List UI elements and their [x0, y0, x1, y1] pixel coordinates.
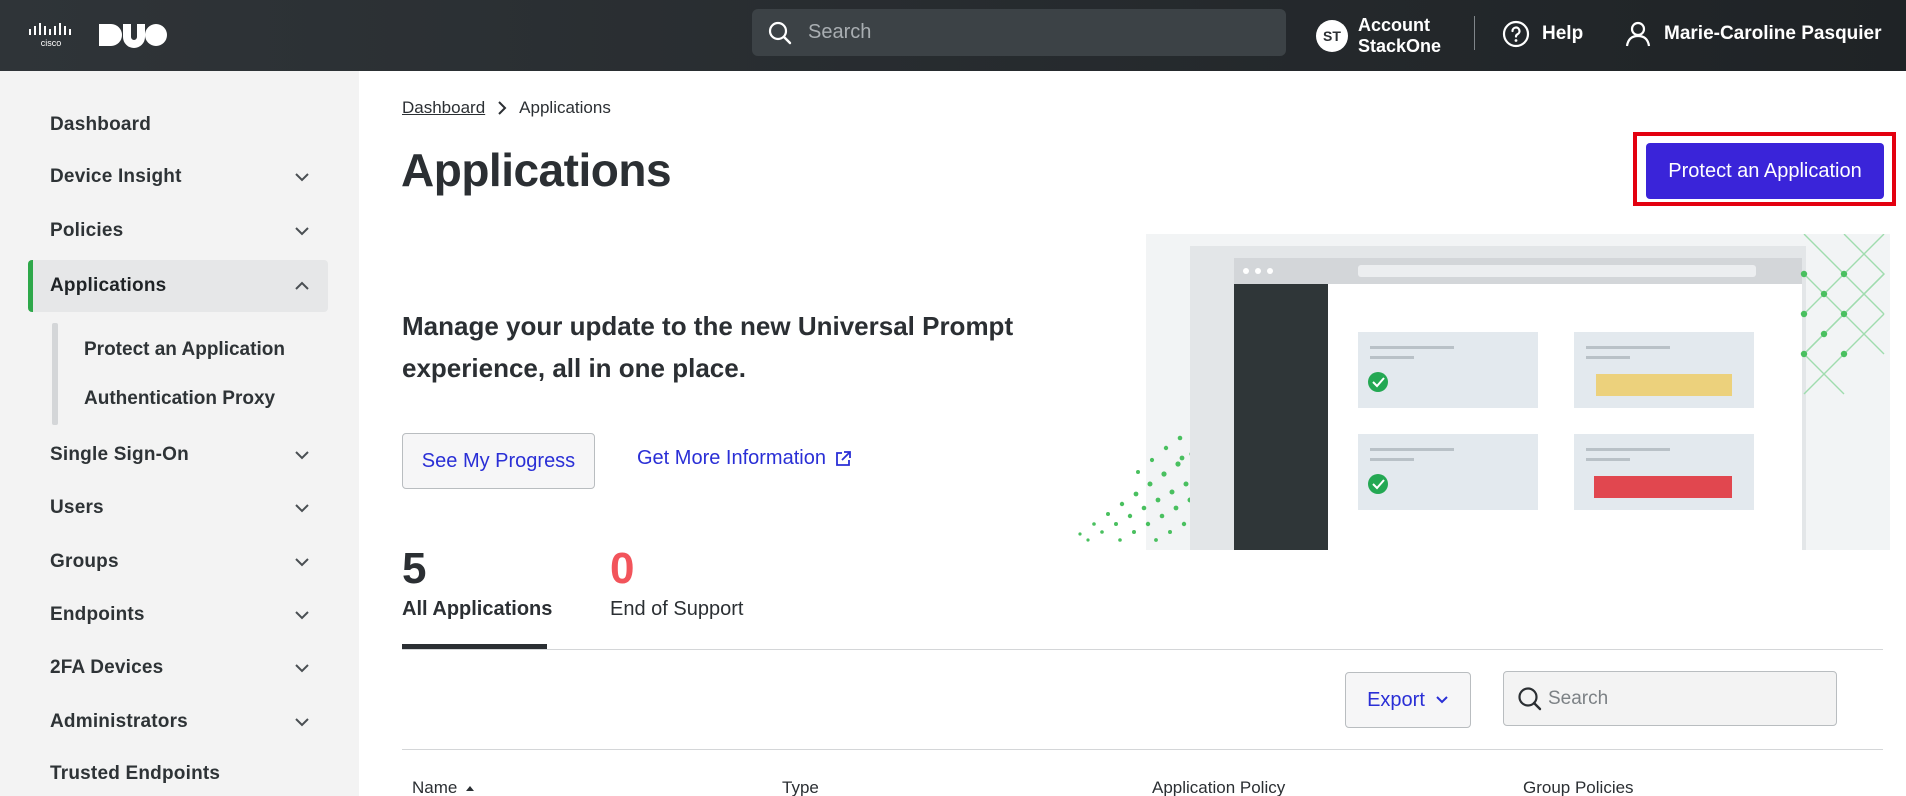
- end-of-support-count: 0: [610, 544, 635, 593]
- tabs-divider: [402, 649, 1883, 650]
- sidebar-item-label: Dashboard: [50, 114, 152, 135]
- sidebar-item-single-sign-on[interactable]: Single Sign-On: [28, 429, 328, 481]
- help-icon: [1502, 20, 1530, 48]
- sidebar-item-label: Trusted Endpoints: [50, 763, 221, 784]
- applications-search-input[interactable]: [1548, 672, 1828, 725]
- export-label: Export: [1367, 688, 1425, 711]
- help-label: Help: [1542, 23, 1584, 44]
- column-header-label: Application Policy: [1152, 778, 1286, 796]
- sidebar-item-label: Endpoints: [50, 604, 145, 625]
- breadcrumb-dashboard-link[interactable]: Dashboard: [402, 98, 485, 118]
- all-applications-count: 5: [402, 544, 427, 593]
- sidebar-item-label: Administrators: [50, 711, 188, 732]
- column-header-label: Name: [412, 778, 458, 796]
- sidebar-item-endpoints[interactable]: Endpoints: [28, 589, 328, 641]
- search-icon: [768, 21, 792, 45]
- chevron-down-icon: [295, 451, 309, 460]
- table-divider: [402, 749, 1883, 750]
- account-switcher[interactable]: ST Account StackOne: [1316, 14, 1441, 58]
- applications-search[interactable]: [1503, 671, 1837, 726]
- cisco-logo[interactable]: cisco: [28, 18, 74, 48]
- column-header-application-policy[interactable]: Application Policy: [1152, 778, 1285, 796]
- get-more-information-label: Get More Information: [637, 447, 826, 469]
- sidebar-item-users[interactable]: Users: [28, 482, 328, 534]
- search-icon: [1518, 687, 1542, 711]
- end-of-support-label: End of Support: [610, 598, 744, 620]
- sidebar-item-label: Groups: [50, 551, 119, 572]
- chevron-down-icon: [295, 173, 309, 182]
- help-button[interactable]: Help: [1502, 16, 1583, 52]
- global-search-input[interactable]: [808, 9, 1268, 56]
- column-header-type[interactable]: Type: [782, 778, 819, 796]
- header-divider: [1474, 16, 1475, 50]
- breadcrumb-current: Applications: [519, 98, 611, 117]
- sidebar-item-dashboard[interactable]: Dashboard: [28, 99, 328, 151]
- get-more-information-link[interactable]: Get More Information: [637, 447, 852, 470]
- global-search[interactable]: [752, 9, 1286, 56]
- chevron-right-icon: [498, 101, 507, 115]
- sidebar-item-label: Applications: [50, 275, 167, 296]
- account-name: StackOne: [1358, 36, 1442, 56]
- chevron-down-icon: [295, 611, 309, 620]
- sidebar-item-applications[interactable]: Applications: [28, 260, 328, 312]
- chevron-down-icon: [295, 227, 309, 236]
- sidebar-item-label: Single Sign-On: [50, 444, 189, 465]
- chevron-down-icon: [1436, 696, 1448, 704]
- sidebar-subitem-authentication-proxy[interactable]: Authentication Proxy: [84, 388, 275, 410]
- universal-prompt-illustration: [1078, 234, 1890, 550]
- sidebar-item-label: Policies: [50, 220, 124, 241]
- column-header-name[interactable]: Name: [412, 778, 475, 796]
- protect-application-button[interactable]: Protect an Application: [1646, 143, 1884, 199]
- chevron-down-icon: [295, 664, 309, 673]
- sidebar-item-administrators[interactable]: Administrators: [28, 696, 328, 748]
- top-bar: cisco ST Account StackOne Help: [0, 0, 1906, 71]
- submenu-rail: [52, 323, 58, 425]
- sidebar-item-label: Users: [50, 497, 104, 518]
- account-label: Account: [1358, 15, 1430, 35]
- column-header-group-policies[interactable]: Group Policies: [1523, 778, 1634, 796]
- sidebar-item-2fa-devices[interactable]: 2FA Devices: [28, 642, 328, 694]
- user-name: Marie-Caroline Pasquier: [1664, 23, 1882, 44]
- see-my-progress-button[interactable]: See My Progress: [402, 433, 595, 489]
- account-avatar: ST: [1316, 20, 1348, 52]
- sidebar: Dashboard Device Insight Policies Applic…: [0, 71, 359, 796]
- svg-text:cisco: cisco: [41, 38, 62, 48]
- sidebar-subitem-protect-an-application[interactable]: Protect an Application: [84, 339, 285, 361]
- sidebar-item-trusted-endpoints[interactable]: Trusted Endpoints: [28, 748, 328, 796]
- breadcrumb: Dashboard Applications: [402, 98, 611, 118]
- sort-ascending-icon: [466, 786, 475, 791]
- sidebar-item-label: Device Insight: [50, 166, 182, 187]
- user-icon: [1625, 21, 1651, 47]
- sidebar-item-groups[interactable]: Groups: [28, 536, 328, 588]
- sidebar-item-device-insight[interactable]: Device Insight: [28, 151, 328, 203]
- export-dropdown-button[interactable]: Export: [1345, 672, 1471, 728]
- tab-all-applications[interactable]: 5 All Applications: [402, 544, 552, 621]
- column-header-label: Group Policies: [1523, 778, 1634, 796]
- sidebar-item-policies[interactable]: Policies: [28, 205, 328, 257]
- all-applications-label: All Applications: [402, 598, 553, 620]
- chevron-up-icon: [295, 281, 309, 290]
- external-link-icon: [836, 450, 851, 466]
- sidebar-item-label: 2FA Devices: [50, 657, 164, 678]
- page-title: Applications: [401, 144, 672, 196]
- chevron-down-icon: [295, 718, 309, 727]
- chevron-down-icon: [295, 558, 309, 567]
- column-header-label: Type: [782, 778, 819, 796]
- promo-heading: Manage your update to the new Universal …: [402, 311, 1014, 383]
- user-menu[interactable]: Marie-Caroline Pasquier: [1624, 16, 1882, 52]
- chevron-down-icon: [295, 504, 309, 513]
- tab-end-of-support[interactable]: 0 End of Support: [610, 544, 743, 621]
- duo-logo[interactable]: [97, 20, 167, 50]
